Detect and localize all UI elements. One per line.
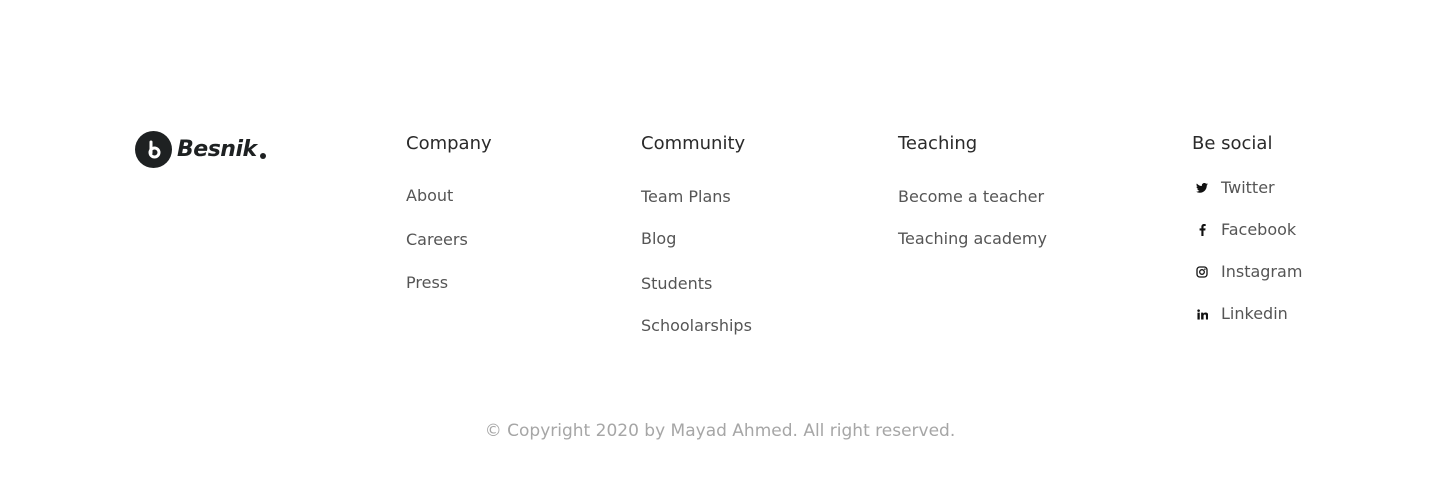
column-title-community: Community	[641, 133, 746, 154]
footer-link-careers[interactable]: Careers	[406, 230, 468, 250]
twitter-icon	[1192, 178, 1212, 198]
brand-name: Besnik	[177, 137, 257, 162]
brand-logo-icon	[135, 131, 172, 168]
social-label-twitter: Twitter	[1221, 178, 1275, 197]
footer-link-team-plans[interactable]: Team Plans	[641, 187, 731, 207]
instagram-icon	[1192, 262, 1212, 282]
footer-link-press[interactable]: Press	[406, 273, 448, 293]
brand-dot	[259, 152, 266, 159]
footer-column-community: Community	[641, 133, 745, 155]
copyright-text: © Copyright 2020 by Mayad Ahmed. All rig…	[484, 421, 956, 441]
column-title-social: Be social	[1192, 133, 1273, 154]
column-title-teaching: Teaching	[898, 133, 978, 154]
footer-column-company: Company	[406, 133, 492, 155]
footer-link-about[interactable]: About	[406, 186, 453, 206]
footer-link-teaching-academy[interactable]: Teaching academy	[898, 229, 1047, 249]
brand-logo[interactable]: Besnik	[135, 131, 266, 168]
social-label-instagram: Instagram	[1221, 262, 1303, 281]
social-link-instagram[interactable]: Instagram	[1192, 262, 1302, 282]
social-link-facebook[interactable]: Facebook	[1192, 220, 1296, 240]
social-label-linkedin: Linkedin	[1221, 304, 1288, 323]
footer-link-become-teacher[interactable]: Become a teacher	[898, 187, 1044, 207]
footer-link-blog[interactable]: Blog	[641, 229, 676, 249]
footer-column-social: Be social	[1192, 133, 1272, 155]
linkedin-icon	[1192, 304, 1212, 324]
footer-link-students[interactable]: Students	[641, 274, 712, 294]
footer-link-schoolarships[interactable]: Schoolarships	[641, 316, 752, 336]
social-label-facebook: Facebook	[1221, 220, 1297, 239]
footer-column-teaching: Teaching	[898, 133, 977, 155]
facebook-icon	[1192, 220, 1212, 240]
social-link-twitter[interactable]: Twitter	[1192, 178, 1275, 198]
column-title-company: Company	[406, 133, 492, 154]
social-link-linkedin[interactable]: Linkedin	[1192, 304, 1288, 324]
